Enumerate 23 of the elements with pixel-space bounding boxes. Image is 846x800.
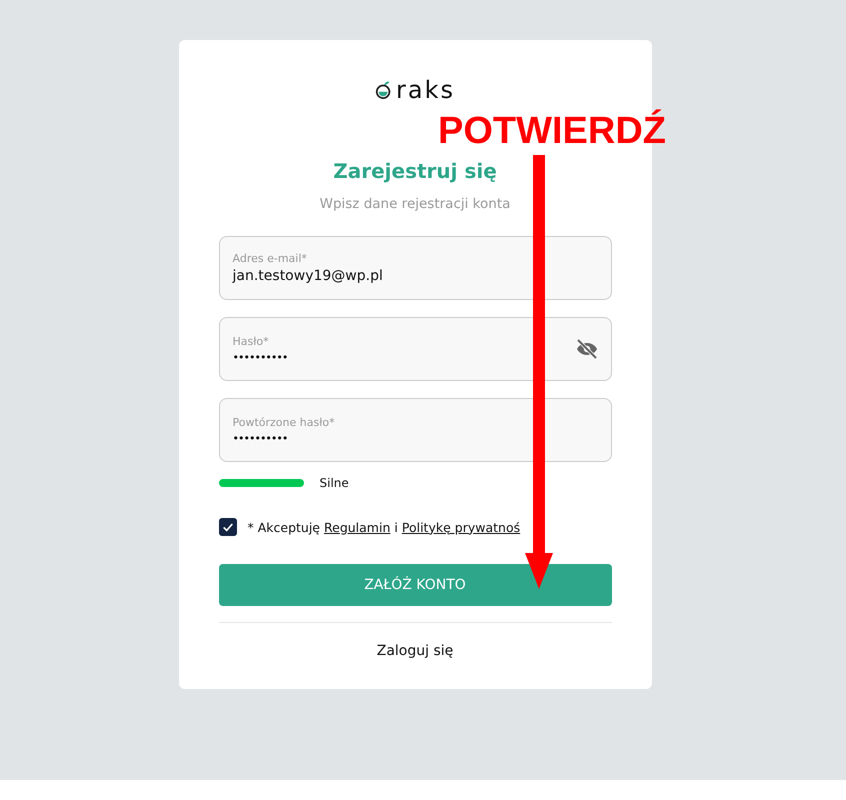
form-subtitle: Wpisz dane rejestracji konta xyxy=(318,196,512,212)
field-value: jan.testowy19@wp.pl xyxy=(232,268,384,284)
privacy-link[interactable]: Politykę prywatnoś xyxy=(402,520,520,534)
fruit-logo-icon xyxy=(375,80,393,100)
field-value: •••••••••• xyxy=(232,350,288,364)
input-field[interactable]: Powtórzone hasło* •••••••••• xyxy=(218,398,612,462)
consent-text: * Akceptuję xyxy=(248,520,320,534)
hidden-eye-icon[interactable] xyxy=(574,337,598,361)
field-label: Powtórzone hasło* xyxy=(232,416,336,428)
form-title: Zarejestruj się xyxy=(332,158,498,185)
field-value: •••••••••• xyxy=(232,432,288,444)
field-label: Hasło* xyxy=(232,334,270,348)
input-field[interactable]: Adres e-mail* jan.testowy19@wp.pl xyxy=(218,236,612,300)
annotation-text: POTWIERDŹ xyxy=(438,108,666,154)
login-link[interactable]: Zaloguj się xyxy=(376,643,454,659)
checkbox[interactable] xyxy=(218,518,236,536)
consent-joiner: i xyxy=(394,520,398,534)
input-field[interactable]: Hasło* •••••••••• xyxy=(218,317,612,381)
terms-link[interactable]: Regulamin xyxy=(324,520,390,534)
field-label: Adres e-mail* xyxy=(232,252,308,265)
check-icon xyxy=(222,521,234,533)
logo-text: raks xyxy=(396,76,455,104)
strength-label: Silne xyxy=(320,476,349,490)
